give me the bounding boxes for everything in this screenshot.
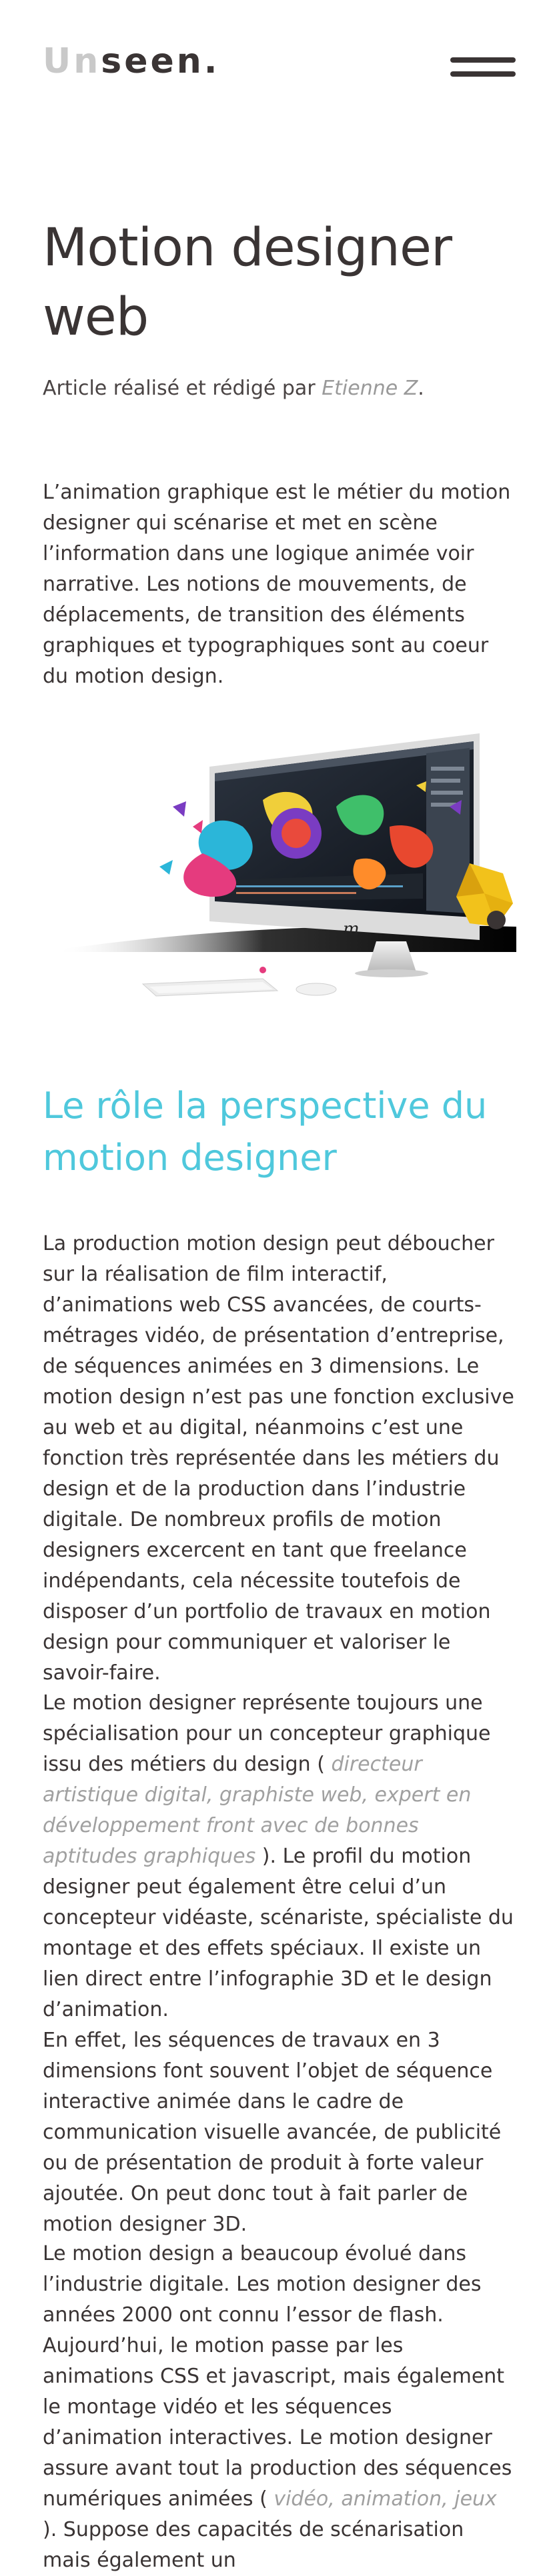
media-list-note: vidéo, animation, jeux xyxy=(273,2487,497,2511)
paragraph-specialisation: Le motion designer représente toujours u… xyxy=(43,1688,516,2240)
paragraph-text: ). Le profil du motion designer peut éga… xyxy=(43,1845,514,2021)
article-byline: Article réalisé et rédigé par Etienne Z. xyxy=(43,373,516,404)
hero-image: m xyxy=(43,727,516,1007)
paragraph-text: En effet, les séquences de travaux en 3 … xyxy=(43,2029,502,2236)
section-title: Le rôle la perspective du motion designe… xyxy=(43,1085,488,1179)
logo-dark-part: seen. xyxy=(101,41,220,81)
site-logo[interactable]: Unseen. xyxy=(43,41,220,81)
paragraph-evolution: Le motion design a beaucoup évolué dans … xyxy=(43,2239,516,2576)
paragraph-text: ). Suppose des capacités de scénarisatio… xyxy=(43,2518,464,2572)
page-title: Motion designer web xyxy=(43,218,452,347)
site-header: Unseen. xyxy=(0,0,557,120)
logo-light-part: Un xyxy=(43,41,101,81)
byline-prefix: Article réalisé et rédigé par xyxy=(43,377,322,400)
menu-bar-bottom xyxy=(450,71,516,77)
intro-paragraph: L’animation graphique est le métier du m… xyxy=(43,481,511,688)
paragraph-text: Le motion designer représente toujours u… xyxy=(43,1691,491,1776)
byline-suffix: . xyxy=(418,377,424,400)
paragraph-text: Le motion design a beaucoup évolué dans … xyxy=(43,2242,512,2511)
hamburger-icon[interactable] xyxy=(450,57,516,81)
paragraph-role: La production motion design peut débouch… xyxy=(43,1232,514,1685)
svg-text:m: m xyxy=(343,919,360,939)
author-link[interactable]: Etienne Z xyxy=(322,377,418,400)
menu-bar-top xyxy=(450,57,516,63)
